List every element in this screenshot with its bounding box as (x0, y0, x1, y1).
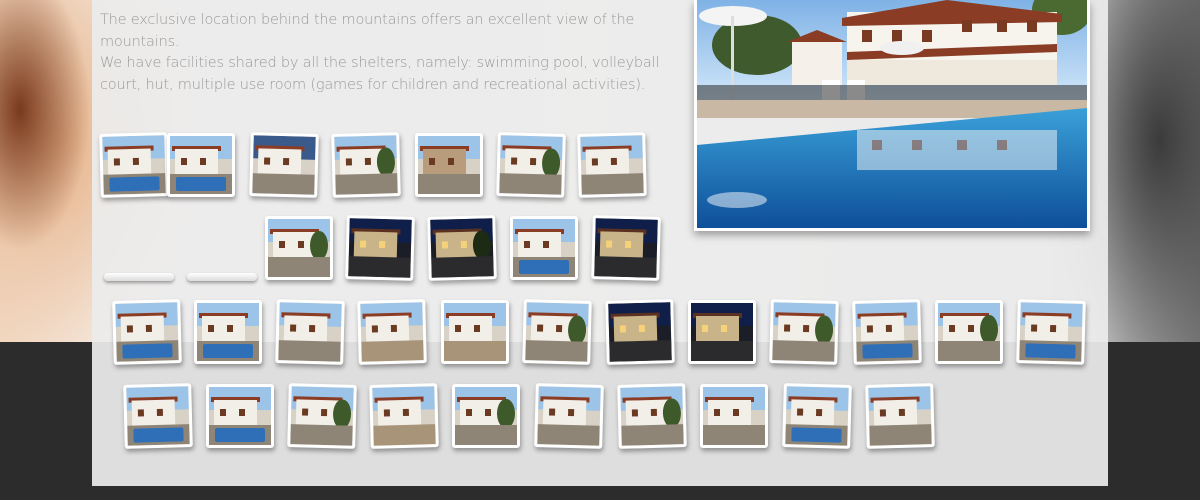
gallery-thumbnail[interactable] (275, 299, 345, 365)
gallery-thumbnail[interactable] (167, 133, 235, 197)
gallery-thumbnail[interactable] (617, 383, 687, 449)
gallery-thumbnail[interactable] (194, 300, 262, 364)
gallery-thumbnail[interactable] (331, 132, 401, 198)
gallery-thumbnail[interactable] (522, 299, 592, 365)
facilities-description: The exclusive location behind the mounta… (100, 10, 670, 96)
gallery-thumbnail[interactable] (427, 215, 497, 281)
gallery-thumbnail[interactable] (1016, 299, 1086, 365)
gallery-thumbnail[interactable] (865, 383, 935, 449)
gallery-thumbnail[interactable] (249, 132, 319, 198)
gallery-thumbnail[interactable] (452, 384, 520, 448)
description-line-2: We have facilities shared by all the she… (100, 55, 660, 93)
gallery-thumbnail[interactable] (206, 384, 274, 448)
gallery-thumbnail[interactable] (123, 383, 193, 449)
gallery-thumbnail[interactable] (415, 133, 483, 197)
gallery-thumbnail[interactable] (369, 383, 439, 449)
gallery-placeholder-bar (104, 273, 174, 281)
gallery-thumbnail[interactable] (357, 299, 427, 365)
gallery-thumbnail[interactable] (441, 300, 509, 364)
gallery-thumbnail[interactable] (510, 216, 578, 280)
featured-photo[interactable] (694, 0, 1090, 231)
gallery-thumbnail[interactable] (688, 300, 756, 364)
gallery-thumbnail[interactable] (605, 299, 675, 365)
gallery-thumbnail[interactable] (577, 132, 647, 198)
gallery-thumbnail[interactable] (287, 383, 357, 449)
gallery-thumbnail[interactable] (99, 132, 169, 198)
gallery-thumbnail[interactable] (496, 132, 566, 198)
gallery-thumbnail[interactable] (782, 383, 852, 449)
photo-icon (697, 0, 1087, 228)
description-line-1: The exclusive location behind the mounta… (100, 12, 635, 50)
gallery-thumbnail[interactable] (112, 299, 182, 365)
gallery-thumbnail[interactable] (935, 300, 1003, 364)
gallery-thumbnail[interactable] (265, 216, 333, 280)
gallery-thumbnail[interactable] (769, 299, 839, 365)
gallery-thumbnail[interactable] (591, 215, 661, 281)
gallery-thumbnail[interactable] (852, 299, 922, 365)
gallery-thumbnail[interactable] (345, 215, 415, 281)
gallery-thumbnail[interactable] (534, 383, 604, 449)
gallery-placeholder-bar (187, 273, 257, 281)
gallery-thumbnail[interactable] (700, 384, 768, 448)
